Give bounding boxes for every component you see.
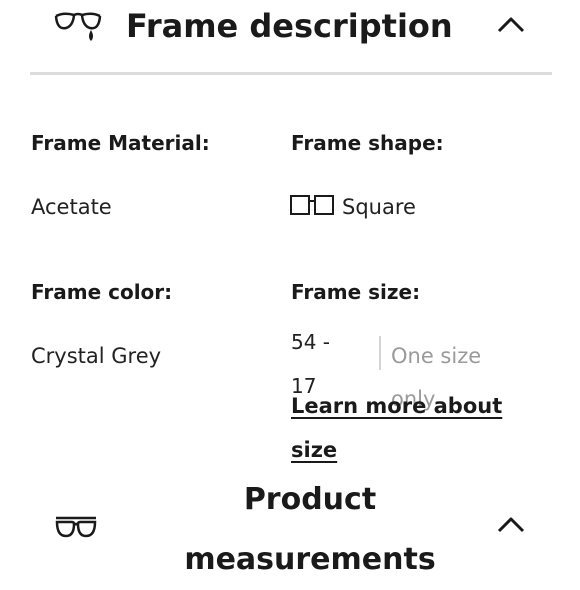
glasses-drop-icon	[54, 10, 102, 44]
frame-description-title: Frame description	[126, 7, 453, 45]
product-measurements-title: Product measurements	[184, 482, 436, 577]
chevron-up-icon[interactable]	[496, 14, 526, 34]
size-separator	[379, 336, 381, 370]
frame-material-value: Acetate	[31, 195, 112, 219]
frame-size-label: Frame size:	[291, 280, 421, 304]
frame-description-header[interactable]: Frame description	[30, 0, 552, 72]
frame-shape-value-wrap: Square	[290, 192, 416, 222]
product-measurements-header[interactable]: Product measurements	[30, 470, 552, 580]
frame-shape-value: Square	[342, 195, 416, 219]
learn-more-size-link[interactable]: Learn more about size	[291, 384, 531, 472]
frame-color-label: Frame color:	[31, 280, 173, 304]
chevron-up-icon[interactable]	[496, 514, 526, 534]
frame-shape-label: Frame shape:	[291, 131, 444, 155]
section-divider	[30, 72, 552, 75]
frame-material-label: Frame Material:	[31, 131, 210, 155]
frame-color-value: Crystal Grey	[31, 344, 162, 368]
square-frames-icon	[290, 194, 342, 220]
glasses-icon	[54, 514, 98, 542]
size-note-line-1: One size	[391, 344, 482, 368]
